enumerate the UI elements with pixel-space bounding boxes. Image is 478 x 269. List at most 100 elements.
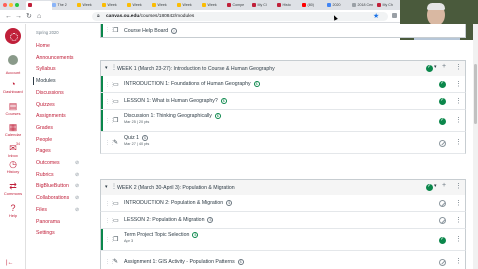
published-icon[interactable] bbox=[439, 117, 446, 125]
course-nav-settings[interactable]: Settings bbox=[36, 230, 55, 236]
course-nav-files[interactable]: Files bbox=[36, 207, 47, 213]
global-nav-commons[interactable]: ⇄ Commons bbox=[0, 180, 26, 198]
minimize-window-icon[interactable] bbox=[9, 3, 13, 7]
course-nav-people[interactable]: People bbox=[36, 137, 52, 143]
browser-tab[interactable]: Compe bbox=[227, 1, 252, 10]
module-header[interactable]: ▾ ⋮ WEEK 2 (March 30-April 3): Population … bbox=[100, 179, 466, 195]
global-nav-history[interactable]: ◷ History bbox=[0, 158, 26, 176]
item-options-icon[interactable]: ⋮ bbox=[455, 138, 462, 146]
extension-icon[interactable] bbox=[392, 13, 397, 18]
browser-tab[interactable]: Week bbox=[177, 1, 202, 10]
item-title[interactable]: LESSON 2: Population & Migration $ bbox=[124, 217, 214, 223]
global-nav-help[interactable]: ? Help bbox=[0, 202, 26, 220]
reload-icon[interactable]: ↻ bbox=[26, 12, 32, 21]
unpublished-icon[interactable] bbox=[439, 217, 446, 224]
global-nav-calendar[interactable]: ▦ Calendar bbox=[0, 121, 26, 139]
add-item-icon[interactable]: + bbox=[442, 63, 446, 70]
item-options-icon[interactable]: ⋮ bbox=[455, 80, 462, 88]
collapse-module-icon[interactable]: ▾ bbox=[105, 65, 108, 71]
item-title[interactable]: Assignment 1: GIS Activity - Population … bbox=[124, 258, 244, 265]
item-title[interactable]: Term Project Topic Selection $ bbox=[124, 232, 199, 238]
module-item[interactable]: ⋮⋮ ✎ Assignment 1: GIS Activity - Populati… bbox=[100, 251, 466, 269]
browser-tab[interactable]: Week bbox=[152, 1, 177, 10]
course-nav-outcomes[interactable]: Outcomes bbox=[36, 160, 60, 166]
home-icon[interactable]: ⌂ bbox=[37, 12, 41, 21]
module-item[interactable]: ⋮⋮ ▭ INTRODUCTION 1: Foundations of Human … bbox=[100, 76, 466, 93]
item-options-icon[interactable]: ⋮ bbox=[455, 257, 462, 265]
item-options-icon[interactable]: ⋮ bbox=[455, 116, 462, 124]
published-icon[interactable] bbox=[439, 97, 446, 105]
global-nav-courses[interactable]: ▤ Courses bbox=[0, 100, 26, 118]
browser-tab[interactable] bbox=[26, 1, 52, 10]
module-item[interactable]: ⋮⋮ ❐ Discussion 1: Thinking Geographically… bbox=[100, 110, 466, 132]
module-publish-menu-icon[interactable]: ▾ bbox=[434, 64, 437, 70]
course-nav-quizzes[interactable]: Quizzes bbox=[36, 102, 55, 108]
module-options-icon[interactable]: ⋮ bbox=[455, 63, 462, 71]
item-options-icon[interactable]: ⋮ bbox=[455, 199, 462, 207]
browser-tab[interactable]: My Ch bbox=[377, 1, 402, 10]
university-logo-icon[interactable] bbox=[5, 28, 21, 44]
scrollbar-thumb[interactable] bbox=[474, 64, 477, 124]
browser-tab[interactable]: (80) bbox=[302, 1, 327, 10]
global-nav-account[interactable]: Account bbox=[0, 51, 26, 75]
module-header[interactable]: ▾ ⋮ WEEK 1 (March 23-27): Introduction to … bbox=[100, 60, 466, 76]
browser-tab[interactable]: Week bbox=[202, 1, 227, 10]
course-nav-assignments[interactable]: Assignments bbox=[36, 113, 66, 119]
module-item[interactable]: ⋮⋮ ▭ LESSON 2: Population & Migration $ ⋮ bbox=[100, 212, 466, 229]
course-nav-modules[interactable]: Modules bbox=[36, 78, 56, 84]
module-item[interactable]: ⋮⋮▭LESSON 1: What is Human Geography?$⋮ bbox=[100, 93, 466, 110]
item-title[interactable]: INTRODUCTION 2: Population & Migration $ bbox=[124, 200, 233, 206]
browser-tab[interactable]: 2020 bbox=[327, 1, 352, 10]
module-item[interactable]: ⋮⋮ ❐ Course Help Board △ bbox=[100, 24, 466, 38]
item-title[interactable]: LESSON 1: What is Human Geography? $ bbox=[124, 98, 227, 104]
item-options-icon[interactable]: ⋮ bbox=[455, 216, 462, 224]
course-nav-pages[interactable]: Pages bbox=[36, 148, 51, 154]
add-item-icon[interactable]: + bbox=[442, 182, 446, 189]
collapse-module-icon[interactable]: ▾ bbox=[105, 184, 108, 190]
published-icon[interactable] bbox=[439, 236, 446, 244]
course-term: Spring 2020 bbox=[36, 30, 59, 35]
browser-tab[interactable]: The 2 bbox=[52, 1, 77, 10]
module-options-icon[interactable]: ⋮ bbox=[455, 182, 462, 190]
item-title[interactable]: Discussion 1: Thinking Geographically $ bbox=[124, 113, 221, 119]
module-published-icon[interactable] bbox=[426, 183, 433, 191]
close-window-icon[interactable] bbox=[3, 3, 7, 7]
course-nav-panorama[interactable]: Panorama bbox=[36, 219, 60, 225]
course-nav-grades[interactable]: Grades bbox=[36, 125, 53, 131]
browser-tab[interactable]: 2018 Cen bbox=[352, 1, 377, 10]
item-options-icon[interactable]: ⋮ bbox=[455, 97, 462, 105]
item-options-icon[interactable]: ⋮ bbox=[455, 235, 462, 243]
browser-tab[interactable]: Week bbox=[77, 1, 102, 10]
forward-icon[interactable]: → bbox=[15, 12, 22, 21]
unpublished-icon[interactable] bbox=[439, 139, 446, 147]
bookmark-star-icon[interactable]: ★ bbox=[373, 12, 379, 20]
course-nav-announcements[interactable]: Announcements bbox=[36, 55, 74, 61]
browser-tab[interactable]: My Cl bbox=[252, 1, 277, 10]
item-title[interactable]: Quiz 1 $ bbox=[124, 135, 148, 141]
maximize-window-icon[interactable] bbox=[15, 3, 19, 7]
page-scrollbar[interactable] bbox=[473, 24, 478, 269]
module-item[interactable]: ⋮⋮ ✎ Quiz 1 $ Mar 27 | 40 pts ⋮ bbox=[100, 132, 466, 154]
course-nav-rubrics[interactable]: Rubrics bbox=[36, 172, 54, 178]
browser-tab[interactable]: Histo bbox=[277, 1, 302, 10]
collapse-nav-icon[interactable]: |← bbox=[6, 260, 14, 266]
global-nav-dashboard[interactable]: ◔ Dashboard bbox=[0, 78, 26, 96]
unpublished-icon[interactable] bbox=[439, 258, 446, 266]
unpublished-icon[interactable] bbox=[439, 200, 446, 207]
module-publish-menu-icon[interactable]: ▾ bbox=[434, 183, 437, 189]
course-nav-collaborations[interactable]: Collaborations bbox=[36, 195, 69, 201]
course-nav-bigbluebutton[interactable]: BigBlueButton bbox=[36, 183, 69, 189]
course-nav-discussions[interactable]: Discussions bbox=[36, 90, 64, 96]
module-item[interactable]: ⋮⋮❐Term Project Topic Selection$Apr 3⋮ bbox=[100, 229, 466, 251]
module-published-icon[interactable] bbox=[426, 64, 433, 72]
item-title[interactable]: INTRODUCTION 1: Foundations of Human Geo… bbox=[124, 81, 260, 87]
browser-tab[interactable]: Week bbox=[127, 1, 152, 10]
course-nav-home[interactable]: Home bbox=[36, 43, 50, 49]
course-nav-syllabus[interactable]: Syllabus bbox=[36, 66, 56, 72]
item-title[interactable]: Course Help Board △ bbox=[124, 28, 178, 34]
back-icon[interactable]: ← bbox=[5, 12, 12, 21]
module-item[interactable]: ⋮⋮ ▭ INTRODUCTION 2: Population & Migratio… bbox=[100, 195, 466, 212]
published-icon[interactable] bbox=[439, 80, 446, 88]
address-bar[interactable]: 🔒︎ canvas.ou.edu/courses/180842/modules … bbox=[92, 12, 388, 21]
browser-tab[interactable]: Week bbox=[102, 1, 127, 10]
